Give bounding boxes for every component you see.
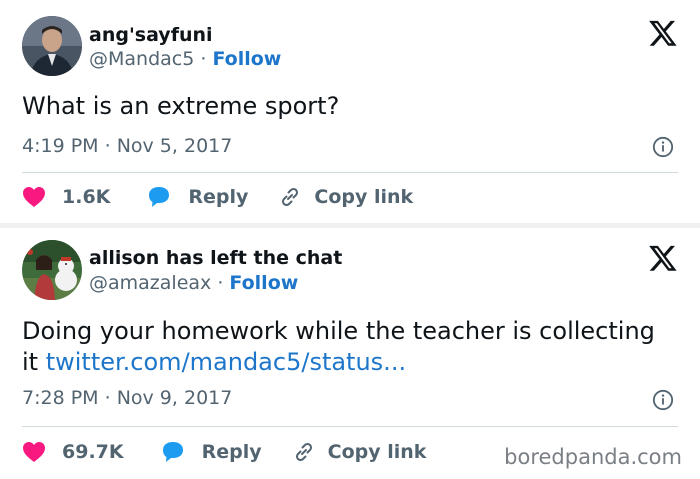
tweet-date: Nov 9, 2017 bbox=[116, 387, 233, 409]
tweet-card-2: allison has left the chat @amazaleax · F… bbox=[0, 227, 700, 479]
tweet-time: 7:28 PM bbox=[22, 387, 99, 409]
reply-button[interactable]: Reply bbox=[160, 440, 262, 464]
reply-button[interactable]: Reply bbox=[146, 185, 248, 209]
divider bbox=[22, 172, 678, 173]
avatar[interactable] bbox=[22, 240, 82, 300]
copy-link-button[interactable]: Copy link bbox=[292, 440, 427, 464]
tweet-card-1: ang'sayfuni @Mandac5 · Follow What is an… bbox=[0, 0, 700, 224]
follow-button[interactable]: Follow bbox=[229, 272, 298, 294]
x-logo-icon[interactable] bbox=[648, 243, 678, 273]
copy-link-label: Copy link bbox=[327, 441, 427, 463]
watermark: boredpanda.com bbox=[504, 445, 682, 469]
avatar-photo bbox=[22, 240, 82, 300]
like-count: 69.7K bbox=[62, 441, 124, 463]
tweet-text: What is an extreme sport? bbox=[22, 91, 678, 122]
avatar[interactable] bbox=[22, 16, 82, 76]
copy-link-label: Copy link bbox=[314, 186, 414, 208]
tweet-time: 4:19 PM bbox=[22, 135, 99, 157]
x-logo-icon[interactable] bbox=[648, 18, 678, 48]
reply-label: Reply bbox=[188, 186, 249, 208]
link-icon bbox=[295, 442, 312, 462]
tweet-date: Nov 5, 2017 bbox=[116, 135, 233, 157]
tweet-link[interactable]: twitter.com/mandac5/status... bbox=[46, 348, 406, 376]
tweet-text: Doing your homework while the teacher is… bbox=[22, 316, 678, 378]
handle-row: @Mandac5 · Follow bbox=[89, 48, 281, 70]
heart-icon bbox=[23, 187, 45, 207]
separator-dot: · bbox=[211, 272, 230, 294]
tweet-text-content: What is an extreme sport? bbox=[22, 92, 340, 120]
info-icon[interactable] bbox=[652, 389, 674, 411]
reply-bubble-icon bbox=[149, 187, 170, 207]
action-bar: 1.6K Reply Copy link bbox=[22, 182, 413, 212]
handle-row: @amazaleax · Follow bbox=[89, 272, 298, 294]
link-icon bbox=[282, 187, 299, 207]
reply-label: Reply bbox=[201, 441, 262, 463]
display-name[interactable]: allison has left the chat bbox=[89, 247, 342, 269]
display-name[interactable]: ang'sayfuni bbox=[89, 24, 213, 46]
copy-link-button[interactable]: Copy link bbox=[278, 185, 413, 209]
heart-icon bbox=[23, 442, 45, 462]
timestamp[interactable]: 4:19 PM · Nov 5, 2017 bbox=[22, 135, 232, 157]
like-button[interactable]: 1.6K bbox=[22, 186, 110, 208]
handle[interactable]: @amazaleax bbox=[89, 272, 211, 294]
separator-dot: · bbox=[194, 48, 213, 70]
action-bar: 69.7K Reply Copy link bbox=[22, 437, 426, 467]
reply-bubble-icon bbox=[162, 442, 183, 462]
divider bbox=[22, 426, 678, 427]
like-button[interactable]: 69.7K bbox=[22, 441, 124, 463]
like-count: 1.6K bbox=[62, 186, 111, 208]
info-icon[interactable] bbox=[652, 136, 674, 158]
avatar-photo bbox=[22, 16, 82, 76]
follow-button[interactable]: Follow bbox=[212, 48, 281, 70]
handle[interactable]: @Mandac5 bbox=[89, 48, 194, 70]
timestamp[interactable]: 7:28 PM · Nov 9, 2017 bbox=[22, 387, 232, 409]
